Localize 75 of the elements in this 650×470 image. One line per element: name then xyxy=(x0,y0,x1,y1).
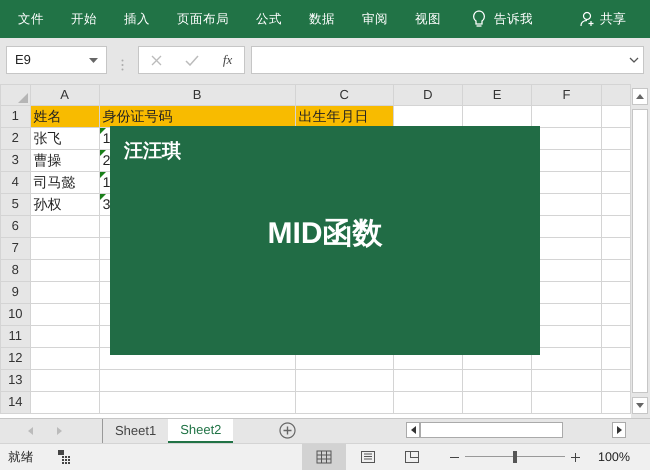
checkmark-icon[interactable] xyxy=(185,54,200,66)
formula-input[interactable] xyxy=(251,46,644,74)
scroll-down-button[interactable] xyxy=(632,397,648,414)
menu-tab[interactable]: 页面布局 xyxy=(177,10,229,28)
column-header[interactable]: A xyxy=(30,84,100,105)
zoom-slider-thumb[interactable] xyxy=(513,451,518,463)
column-header[interactable]: F xyxy=(532,84,602,105)
cell-text: 曹操 xyxy=(34,152,62,168)
up-arrow-icon xyxy=(636,94,644,99)
menu-tab[interactable]: 审阅 xyxy=(362,10,388,28)
tell-me-search[interactable]: 告诉我 xyxy=(494,10,533,28)
menu-tab[interactable]: 视图 xyxy=(415,10,441,28)
right-arrow-icon xyxy=(616,426,622,434)
row-header[interactable]: 1 xyxy=(0,105,30,127)
cell-text: 张飞 xyxy=(34,130,62,146)
insert-function-button[interactable]: fx xyxy=(222,50,232,70)
share-button[interactable]: 共享 xyxy=(580,9,626,29)
scroll-right-button[interactable] xyxy=(612,422,626,438)
menu-tab[interactable]: 公式 xyxy=(256,10,282,28)
column-header[interactable]: C xyxy=(295,84,394,105)
cell-text: 孙权 xyxy=(34,196,62,212)
scroll-left-button[interactable] xyxy=(406,422,420,438)
menu-tab[interactable]: 开始 xyxy=(71,10,97,28)
sheet-tab[interactable]: Sheet2 xyxy=(168,419,234,443)
page-break-icon xyxy=(404,450,420,464)
row-header[interactable]: 4 xyxy=(0,171,30,193)
column-header[interactable]: D xyxy=(393,84,462,105)
zoom-level-text[interactable]: 100% xyxy=(598,448,630,466)
scroll-up-button[interactable] xyxy=(632,88,648,105)
cell-text: 1 xyxy=(102,174,110,190)
menu-tab[interactable]: 数据 xyxy=(309,10,335,28)
scroll-thumb[interactable] xyxy=(420,422,563,438)
zoom-in-icon[interactable] xyxy=(571,452,580,462)
row-header[interactable]: 14 xyxy=(0,391,30,413)
down-arrow-icon xyxy=(636,403,644,408)
grid-icon xyxy=(316,450,332,464)
grip-icon xyxy=(121,59,124,71)
row-header[interactable]: 7 xyxy=(0,237,30,259)
normal-view-button[interactable] xyxy=(302,444,346,470)
name-box[interactable]: E9 xyxy=(6,46,107,74)
cell-text: 姓名 xyxy=(34,108,62,124)
cell-text: 1 xyxy=(102,130,110,146)
menu-tab[interactable]: 插入 xyxy=(124,10,150,28)
zoom-slider[interactable] xyxy=(465,450,566,464)
left-arrow-icon xyxy=(410,426,416,434)
dropdown-caret-icon[interactable] xyxy=(89,58,98,62)
row-header[interactable]: 10 xyxy=(0,303,30,325)
row-header[interactable]: 9 xyxy=(0,281,30,303)
cell-text: 2 xyxy=(102,152,110,168)
row-header[interactable]: 11 xyxy=(0,325,30,347)
cell-text: 出生年月日 xyxy=(298,108,369,124)
chevron-down-icon[interactable] xyxy=(629,57,639,63)
column-header[interactable]: E xyxy=(462,84,532,105)
card-title: MID函数 xyxy=(268,216,382,252)
status-text: 就绪 xyxy=(8,448,34,466)
cell-text: 身份证号码 xyxy=(102,108,173,124)
row-header[interactable]: 2 xyxy=(0,127,30,149)
scroll-thumb[interactable] xyxy=(632,109,648,393)
column-header[interactable]: B xyxy=(99,84,296,105)
row-header[interactable]: 8 xyxy=(0,259,30,281)
page-icon xyxy=(360,450,376,464)
author-name: 汪汪琪 xyxy=(122,140,181,164)
lightbulb-icon[interactable] xyxy=(472,10,486,28)
triangle-icon xyxy=(18,92,28,102)
macro-record-icon[interactable] xyxy=(58,450,72,464)
row-header[interactable]: 13 xyxy=(0,369,30,391)
add-sheet-icon[interactable] xyxy=(279,422,296,439)
row-header[interactable]: 6 xyxy=(0,215,30,237)
cell-text: 3 xyxy=(102,196,110,212)
menu-tab[interactable]: 文件 xyxy=(18,10,44,28)
person-add-icon xyxy=(580,11,596,27)
cell-text: 司马懿 xyxy=(34,174,76,190)
row-header[interactable]: 5 xyxy=(0,193,30,215)
row-header[interactable]: 3 xyxy=(0,149,30,171)
row-header[interactable]: 12 xyxy=(0,347,30,369)
